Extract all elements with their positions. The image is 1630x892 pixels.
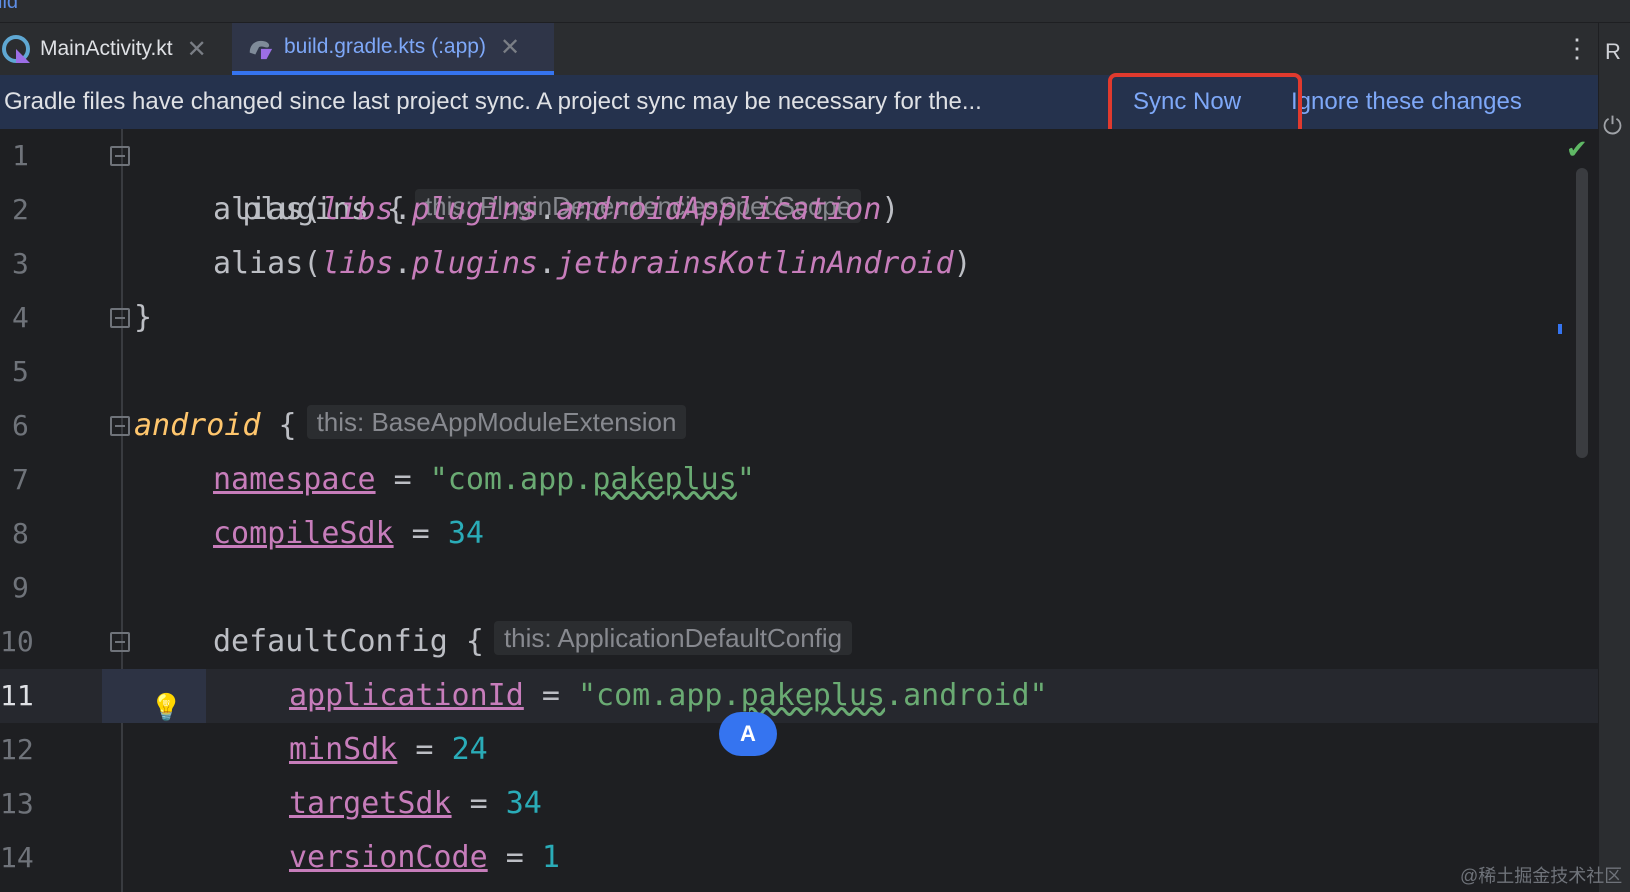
code-line: 4 } bbox=[0, 291, 1598, 345]
code-line: 5 bbox=[0, 345, 1598, 399]
code-token: 34 bbox=[505, 786, 542, 821]
code-editor[interactable]: 1 plugins {this: PluginDependenciesSpecS… bbox=[0, 129, 1598, 892]
code-token: } bbox=[134, 300, 153, 335]
code-token: pakeplus bbox=[592, 462, 737, 497]
code-line: 12 minSdk = 24 bbox=[0, 723, 1598, 777]
power-icon[interactable]: ⏻ bbox=[1603, 113, 1622, 141]
line-number: 14 bbox=[0, 841, 34, 874]
gradle-sync-banner: Gradle files have changed since last pro… bbox=[0, 75, 1598, 129]
line-number: 8 bbox=[12, 517, 29, 550]
line-number: 10 bbox=[0, 625, 34, 658]
tab-main-activity[interactable]: MainActivity.kt ✕ bbox=[0, 23, 232, 75]
code-token: versionCode bbox=[289, 840, 488, 875]
code-token: plugins bbox=[411, 192, 539, 227]
fold-icon[interactable] bbox=[110, 146, 130, 166]
code-token: = bbox=[397, 732, 452, 767]
fold-icon[interactable] bbox=[110, 308, 130, 328]
user-avatar-badge[interactable]: A bbox=[719, 712, 777, 756]
code-line: 13 targetSdk = 34 bbox=[0, 777, 1598, 831]
code-token: = bbox=[393, 516, 448, 551]
vertical-scrollbar[interactable] bbox=[1576, 168, 1588, 458]
line-number: 9 bbox=[12, 571, 29, 604]
code-line: 9 bbox=[0, 561, 1598, 615]
inlay-hint: this: ApplicationDefaultConfig bbox=[493, 621, 853, 655]
code-line: 1 plugins {this: PluginDependenciesSpecS… bbox=[0, 129, 1598, 227]
top-strip-fragment: ild bbox=[0, 0, 19, 13]
gradle-kotlin-icon bbox=[246, 33, 274, 61]
code-line: 6 android { this: BaseAppModuleExtension bbox=[0, 399, 1598, 453]
code-token: .android" bbox=[885, 678, 1048, 713]
line-number: 11 bbox=[0, 679, 34, 712]
editor-tab-bar: MainActivity.kt ✕ build.gradle.kts (:app… bbox=[0, 23, 1598, 75]
right-tool-strip: R ⏻ bbox=[1598, 23, 1630, 892]
code-token: targetSdk bbox=[289, 786, 452, 821]
code-token: namespace bbox=[213, 462, 376, 497]
code-token: applicationId bbox=[289, 678, 524, 713]
fold-icon[interactable] bbox=[110, 416, 130, 436]
line-number: 2 bbox=[12, 193, 29, 226]
code-token: defaultConfig { bbox=[213, 624, 484, 659]
code-token: { bbox=[260, 408, 297, 443]
code-token: = bbox=[487, 840, 542, 875]
top-window-strip: ild bbox=[0, 0, 1630, 23]
inlay-hint: this: BaseAppModuleExtension bbox=[306, 405, 687, 439]
tab-build-gradle[interactable]: build.gradle.kts (:app) ✕ bbox=[232, 23, 554, 75]
line-number: 3 bbox=[12, 247, 29, 280]
code-token: "com.app. bbox=[429, 462, 593, 497]
code-token: libs bbox=[321, 192, 394, 227]
code-token: plugins bbox=[411, 246, 539, 281]
code-token: alias( bbox=[213, 246, 322, 281]
right-strip-label[interactable]: R bbox=[1605, 39, 1621, 65]
code-line: 3 alias(libs.plugins.jetbrainsKotlinAndr… bbox=[0, 237, 1598, 291]
tab-label: build.gradle.kts (:app) bbox=[284, 35, 486, 58]
code-token: = bbox=[375, 462, 430, 497]
code-token: pakeplus bbox=[740, 678, 886, 713]
line-number: 1 bbox=[12, 139, 29, 172]
ignore-changes-link[interactable]: Ignore these changes bbox=[1291, 88, 1522, 116]
code-token: androidApplication bbox=[556, 192, 882, 227]
code-token: minSdk bbox=[289, 732, 398, 767]
fold-icon[interactable] bbox=[110, 632, 130, 652]
code-token: 34 bbox=[447, 516, 484, 551]
close-icon[interactable]: ✕ bbox=[187, 35, 207, 64]
code-line: 8 compileSdk = 34 bbox=[0, 507, 1598, 561]
code-token: 1 bbox=[541, 840, 560, 875]
code-token: "com.app. bbox=[578, 678, 741, 713]
kotlin-file-icon bbox=[2, 35, 30, 63]
code-token: = bbox=[451, 786, 506, 821]
code-token: " bbox=[736, 462, 755, 497]
code-token: jetbrainsKotlinAndroid bbox=[556, 246, 954, 281]
line-number: 13 bbox=[0, 787, 34, 820]
code-line: 10 defaultConfig { this: ApplicationDefau… bbox=[0, 615, 1598, 669]
line-number: 12 bbox=[0, 733, 34, 766]
code-token: android bbox=[134, 408, 261, 443]
close-icon[interactable]: ✕ bbox=[500, 33, 520, 62]
banner-message: Gradle files have changed since last pro… bbox=[4, 88, 982, 115]
line-number: 4 bbox=[12, 301, 29, 334]
lightbulb-icon[interactable]: 💡 bbox=[150, 681, 182, 723]
tab-label: MainActivity.kt bbox=[40, 37, 173, 60]
watermark-text: @稀土掘金技术社区 bbox=[1460, 866, 1623, 886]
line-number: 5 bbox=[12, 355, 29, 388]
line-number: 6 bbox=[12, 409, 29, 442]
line-number: 7 bbox=[12, 463, 29, 496]
code-token: compileSdk bbox=[213, 516, 394, 551]
code-line: 14 versionCode = 1 bbox=[0, 831, 1598, 885]
code-token: = bbox=[523, 678, 578, 713]
code-token: libs bbox=[321, 246, 394, 281]
current-code-line: 11 💡 applicationId = "com.app.pakeplus.a… bbox=[0, 669, 1598, 723]
code-line: 7 namespace = "com.app.pakeplus" bbox=[0, 453, 1598, 507]
code-token: 24 bbox=[451, 732, 488, 767]
code-token: alias( bbox=[213, 192, 322, 227]
code-line: 2 alias(libs.plugins.androidApplication) bbox=[0, 183, 1598, 237]
change-marker bbox=[1558, 324, 1562, 334]
more-options-icon[interactable]: ⋮ bbox=[1564, 35, 1590, 65]
inspection-ok-icon[interactable]: ✔ bbox=[1566, 134, 1588, 165]
